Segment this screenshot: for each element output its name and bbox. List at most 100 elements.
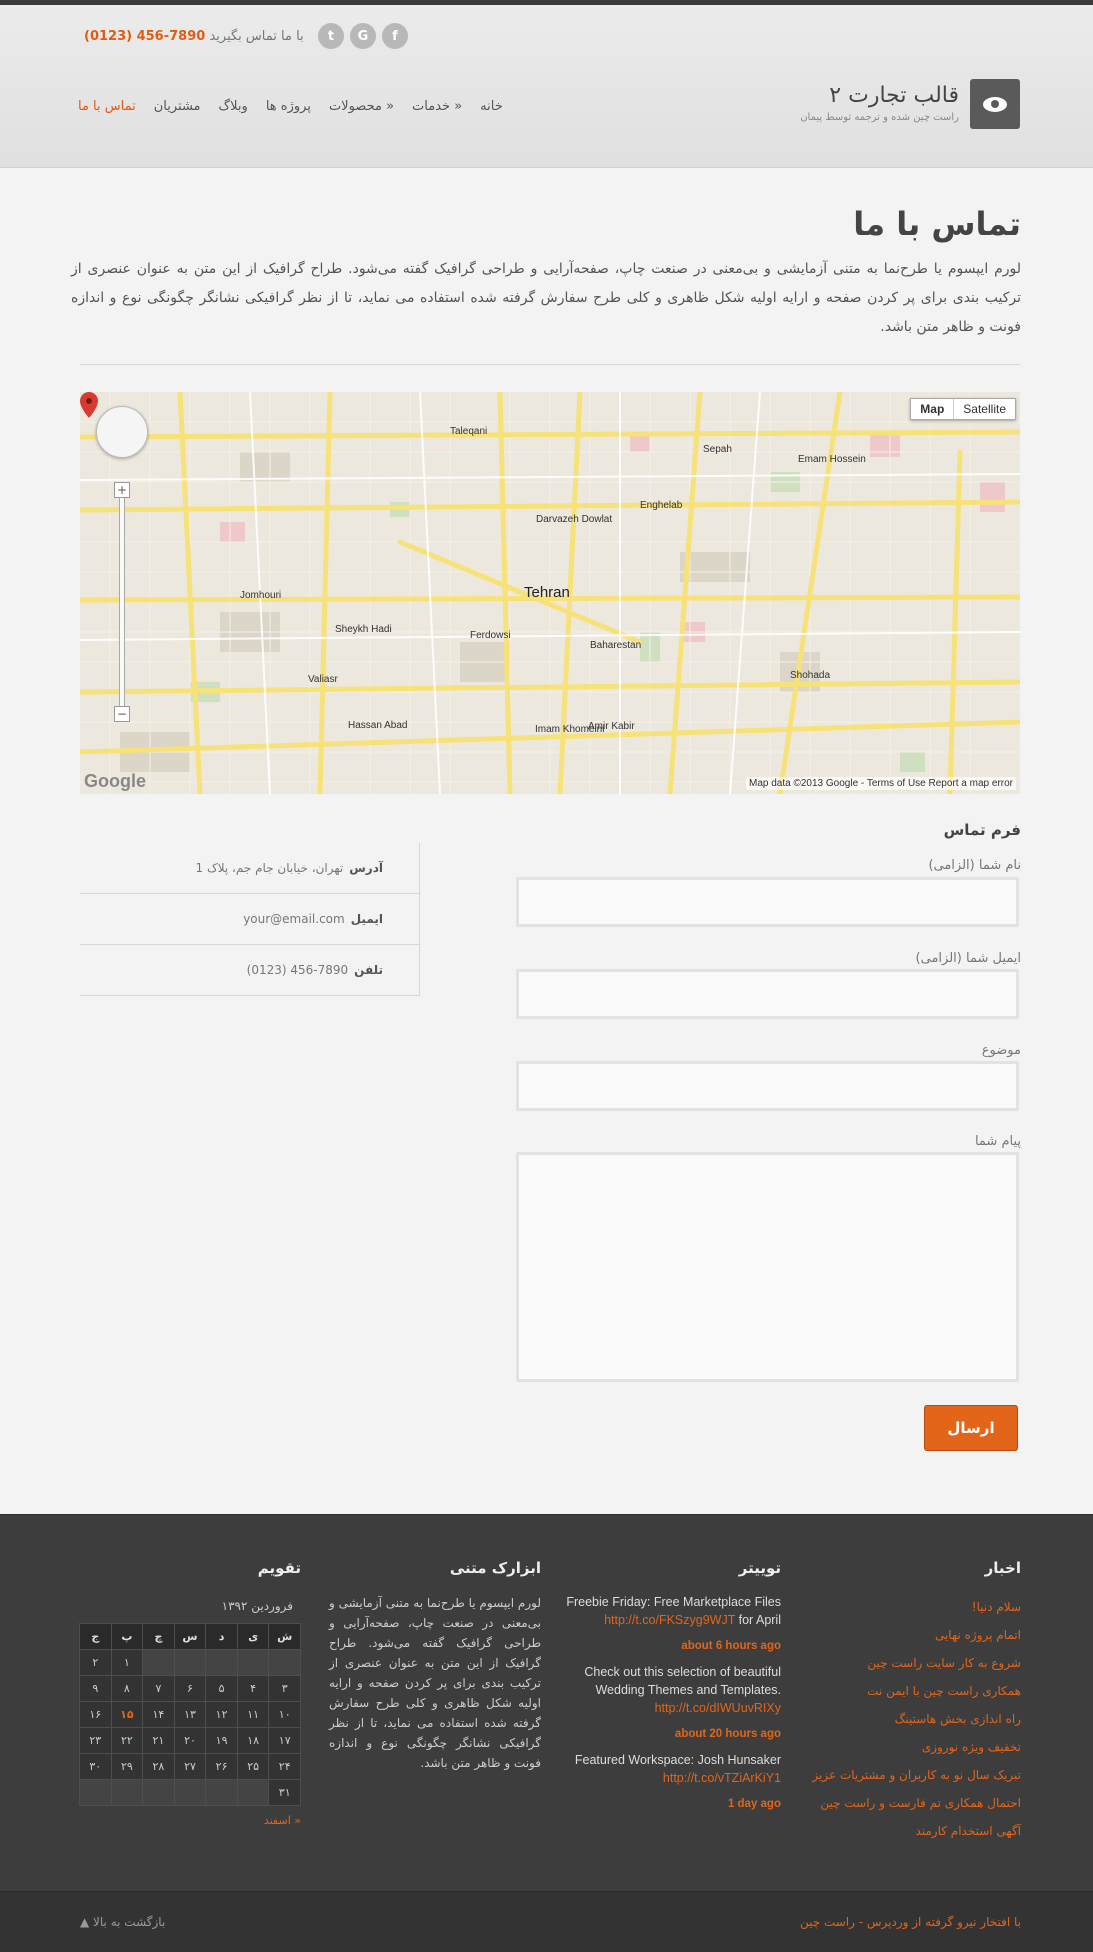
tweet-link[interactable]: http://t.co/vTZiArKiY1 bbox=[663, 1771, 781, 1785]
zoom-slider[interactable] bbox=[119, 490, 125, 714]
calendar-weekday: ی bbox=[236, 1623, 270, 1650]
news-link[interactable]: راه اندازی بخش هاستینگ bbox=[781, 1705, 1021, 1733]
name-field[interactable] bbox=[516, 877, 1019, 927]
news-link[interactable]: سلام دنیا! bbox=[781, 1593, 1021, 1621]
news-link[interactable]: تخفیف ویژه نوروزی bbox=[781, 1733, 1021, 1761]
calendar-empty bbox=[142, 1779, 175, 1806]
divider bbox=[80, 364, 1020, 365]
subject-field[interactable] bbox=[516, 1061, 1019, 1111]
nav-item[interactable]: محصولات » bbox=[329, 99, 394, 114]
nav-item[interactable]: وبلاگ bbox=[219, 99, 248, 114]
text-widget-title: ابزارک متنی bbox=[449, 1559, 541, 1577]
message-label: پیام شما bbox=[974, 1134, 1021, 1149]
calendar-day[interactable]: ۱۰ bbox=[268, 1701, 301, 1728]
news-link[interactable]: احتمال همکاری تم فارست و راست چین bbox=[781, 1789, 1021, 1817]
nav-item[interactable]: خدمات » bbox=[412, 99, 462, 114]
map-type-map[interactable]: Map bbox=[911, 399, 955, 419]
credit-link[interactable]: با افتخار نیرو گرفته از وردپرس - راست چی… bbox=[800, 1915, 1021, 1929]
map-pan-control[interactable] bbox=[96, 406, 148, 458]
calendar-day[interactable]: ۲۰ bbox=[173, 1727, 207, 1754]
tweet-link[interactable]: http://t.co/dIWUuvRIXy bbox=[655, 1701, 781, 1715]
bottom-bar: با افتخار نیرو گرفته از وردپرس - راست چی… bbox=[0, 1891, 1093, 1952]
calendar-day[interactable]: ۲۶ bbox=[205, 1753, 238, 1780]
calendar-day[interactable]: ۲۲ bbox=[110, 1727, 144, 1754]
calendar-day[interactable]: ۵ bbox=[205, 1675, 238, 1702]
calendar-day[interactable]: ۲۱ bbox=[142, 1727, 175, 1754]
nav-item[interactable]: خانه bbox=[480, 99, 503, 114]
facebook-icon[interactable]: f bbox=[382, 23, 408, 49]
logo[interactable] bbox=[970, 79, 1020, 129]
twitter-icon[interactable]: t bbox=[318, 23, 344, 49]
calendar-day[interactable]: ۱۴ bbox=[142, 1701, 175, 1728]
calendar-day[interactable]: ۹ bbox=[79, 1675, 112, 1702]
map-attribution[interactable]: Map data ©2013 Google - Terms of Use Rep… bbox=[746, 777, 1016, 790]
calendar-day[interactable]: ۷ bbox=[142, 1675, 175, 1702]
news-link[interactable]: همکاری راست چین با ایمن نت bbox=[781, 1677, 1021, 1705]
calendar-day[interactable]: ۱ bbox=[110, 1649, 144, 1676]
map-zoom-control[interactable]: + − bbox=[114, 482, 130, 722]
calendar-day[interactable]: ۲۵ bbox=[236, 1753, 270, 1780]
calendar-weekday: چ bbox=[142, 1623, 175, 1650]
twitter-title: توییتر bbox=[738, 1559, 781, 1577]
news-link[interactable]: شروع به کار سایت راست چین bbox=[781, 1649, 1021, 1677]
calendar-day[interactable]: ۱۲ bbox=[205, 1701, 238, 1728]
news-list: سلام دنیا! اتمام پروژه نهایی شروع به کار س… bbox=[781, 1593, 1021, 1845]
calendar-empty bbox=[205, 1779, 238, 1806]
calendar-day[interactable]: ۲ bbox=[79, 1649, 112, 1676]
news-link[interactable]: اتمام پروژه نهایی bbox=[781, 1621, 1021, 1649]
tweet-time: about 6 hours ago bbox=[681, 1640, 781, 1652]
news-link[interactable]: آگهی استخدام کارمند bbox=[781, 1817, 1021, 1845]
calendar-empty bbox=[79, 1779, 112, 1806]
site-title[interactable]: قالب تجارت ۲ bbox=[829, 83, 959, 108]
calendar-day[interactable]: ۶ bbox=[173, 1675, 207, 1702]
submit-button[interactable]: ارسال bbox=[924, 1405, 1018, 1451]
tweet-link[interactable]: http://t.co/FKSzyg9WJT bbox=[604, 1613, 735, 1627]
nav-item[interactable]: پروژه ها bbox=[266, 99, 311, 114]
social-links: t G f bbox=[318, 23, 408, 49]
info-address: آدرس تهران، خیابان جام جم، پلاک 1 bbox=[80, 843, 419, 894]
calendar-day[interactable]: ۲۷ bbox=[173, 1753, 207, 1780]
svg-text:Darvazeh Dowlat: Darvazeh Dowlat bbox=[536, 514, 612, 525]
calendar-day[interactable]: ۱۶ bbox=[79, 1701, 112, 1728]
news-widget: اخبار سلام دنیا! اتمام پروژه نهایی شروع به… bbox=[781, 1559, 1021, 1845]
calendar-day[interactable]: ۳ bbox=[268, 1675, 301, 1702]
calendar-table: ش ی د س چ پ ج ۱ ۲ ۳ ۴ ۵ ۶ ۷ ۸ ۹ ۱۰ ۱۱ ۱۲ ۱۳ ۱۴ ۱۵ ۱۶ ۱۷ ۱۸ ۱۹ ۲۰ ۲۱… bbox=[79, 1623, 301, 1806]
calendar-day[interactable]: ۲۹ bbox=[110, 1753, 144, 1780]
back-to-top-link[interactable]: بازگشت به بالا ▲ bbox=[80, 1915, 165, 1929]
map-marker-icon[interactable] bbox=[80, 392, 98, 418]
svg-text:Hassan Abad: Hassan Abad bbox=[348, 720, 408, 731]
message-textarea[interactable] bbox=[516, 1152, 1019, 1382]
tweet-text: Freebie Friday: Free Marketplace Files bbox=[566, 1595, 781, 1609]
calendar-day[interactable]: ۲۸ bbox=[142, 1753, 175, 1780]
calendar-day[interactable]: ۱۸ bbox=[236, 1727, 270, 1754]
calendar-day[interactable]: ۱۵ bbox=[110, 1701, 144, 1728]
calendar-day[interactable]: ۴ bbox=[236, 1675, 270, 1702]
zoom-out-button[interactable]: − bbox=[114, 706, 130, 722]
calendar-day[interactable]: ۱۹ bbox=[205, 1727, 238, 1754]
nav-item[interactable]: تماس با ما bbox=[78, 99, 136, 114]
news-link[interactable]: تبریک سال نو به کاربران و مشتریات عزیز bbox=[781, 1761, 1021, 1789]
google-map[interactable]: Enghelab Jomhouri Ferdowsi Taleqani Baharest… bbox=[80, 392, 1020, 794]
calendar-day[interactable]: ۱۱ bbox=[236, 1701, 270, 1728]
calendar-day[interactable]: ۲۴ bbox=[268, 1753, 301, 1780]
svg-text:Jomhouri: Jomhouri bbox=[240, 590, 281, 601]
calendar-day[interactable]: ۳۱ bbox=[268, 1779, 301, 1806]
page-title: تماس با ما bbox=[853, 205, 1021, 243]
calendar-day[interactable]: ۱۷ bbox=[268, 1727, 301, 1754]
info-value: (0123) 456-7890 bbox=[246, 963, 349, 977]
call-us-label: با ما تماس بگیرید bbox=[209, 29, 304, 44]
calendar-day[interactable]: ۸ bbox=[110, 1675, 144, 1702]
zoom-in-button[interactable]: + bbox=[114, 482, 130, 498]
calendar-empty bbox=[110, 1779, 144, 1806]
map-type-satellite[interactable]: Satellite bbox=[954, 399, 1015, 419]
google-plus-icon[interactable]: G bbox=[350, 23, 376, 49]
calendar-day[interactable]: ۲۳ bbox=[79, 1727, 112, 1754]
calendar-day[interactable]: ۳۰ bbox=[79, 1753, 112, 1780]
calendar-caption: فروردین ۱۳۹۲ bbox=[221, 1599, 293, 1613]
calendar-prev-link[interactable]: « اسفند bbox=[79, 1814, 301, 1827]
email-field[interactable] bbox=[516, 969, 1019, 1019]
nav-item[interactable]: مشتریان bbox=[154, 99, 201, 114]
calendar-day[interactable]: ۱۳ bbox=[173, 1701, 207, 1728]
map-type-toggle: Map Satellite bbox=[910, 398, 1016, 420]
calendar-title: تقویم bbox=[257, 1559, 301, 1577]
